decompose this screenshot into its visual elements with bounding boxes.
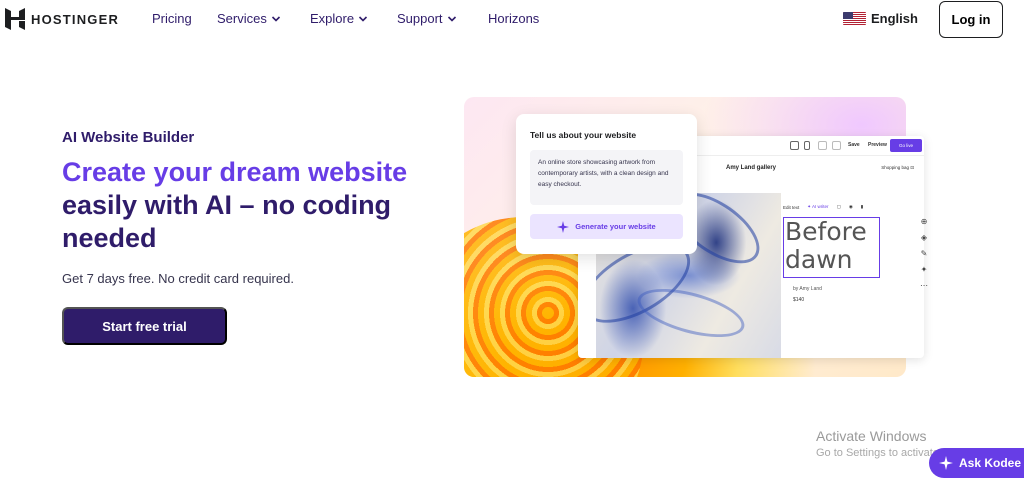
ai-prompt-card: Tell us about your website An online sto… [516, 114, 697, 254]
nav-horizons-label: Horizons [488, 11, 540, 26]
ask-kodee-label: Ask Kodee [959, 456, 1022, 470]
trash-icon: ▮ [860, 204, 864, 209]
hero-headline: Create your dream website easily with AI… [62, 156, 422, 255]
ai-card-title: Tell us about your website [530, 130, 637, 140]
editor-save: Save [848, 142, 860, 148]
redo-icon [832, 141, 841, 150]
start-free-trial-button[interactable]: Start free trial [62, 307, 227, 345]
generate-website-label: Generate your website [575, 222, 656, 231]
ai-sparkle-icon: ✦ [920, 265, 928, 274]
desktop-icon [790, 141, 799, 150]
editor-go-live: Go live [890, 139, 922, 152]
text-edit-bar: Edit text ✦ AI writer ▢ ◉ ▮ [783, 200, 909, 214]
language-label: English [871, 11, 918, 26]
hostinger-logo[interactable]: HOSTINGER [5, 8, 119, 30]
nav-pricing[interactable]: Pricing [152, 11, 192, 26]
chevron-down-icon [447, 15, 456, 22]
activate-windows-title: Activate Windows [816, 428, 927, 444]
shopping-bag-label: Shopping bag [881, 165, 909, 170]
generate-website-button: Generate your website [530, 214, 683, 239]
style-icon: ✎ [920, 249, 928, 258]
ai-writer-label: ✦ AI writer [807, 204, 829, 209]
chevron-down-icon [359, 15, 368, 22]
eye-icon: ◉ [848, 204, 853, 209]
chevron-down-icon [271, 15, 280, 22]
artist-name: by Amy Land [793, 286, 822, 292]
editor-side-tools: ⊕ ◈ ✎ ✦ ⋯ [918, 218, 930, 290]
nav-services[interactable]: Services [217, 11, 281, 26]
brand-name: HOSTINGER [31, 11, 120, 27]
mobile-icon [804, 141, 810, 150]
artwork-price: $140 [793, 297, 805, 303]
hero-subtext: Get 7 days free. No credit card required… [62, 271, 294, 286]
nav-explore-label: Explore [310, 11, 355, 26]
hero-eyebrow: AI Website Builder [62, 129, 195, 146]
marble-stroke [632, 279, 750, 347]
hostinger-logo-icon [5, 8, 25, 30]
us-flag-icon [843, 12, 866, 25]
undo-icon [818, 141, 827, 150]
ai-card-prompt: An online store showcasing artwork from … [530, 150, 683, 205]
artwork-title-text: Before dawn [785, 217, 867, 274]
layers-icon: ◈ [920, 233, 928, 242]
hero-headline-rest: easily with AI – no coding needed [62, 190, 392, 253]
more-icon: ⋯ [920, 281, 928, 290]
ai-writer-text: AI writer [812, 204, 829, 209]
add-icon: ⊕ [920, 217, 928, 226]
nav-support[interactable]: Support [397, 11, 457, 26]
language-selector[interactable]: English [843, 11, 918, 26]
ask-kodee-button[interactable]: Ask Kodee [929, 448, 1024, 478]
nav-pricing-label: Pricing [152, 11, 192, 26]
artwork-title: Before dawn [785, 218, 924, 274]
sparkle-icon [557, 220, 570, 233]
edit-text-label: Edit text [783, 204, 800, 210]
editor-preview: Preview [868, 142, 887, 148]
nav-services-label: Services [217, 11, 267, 26]
nav-support-label: Support [397, 11, 443, 26]
sparkle-icon [939, 456, 953, 470]
shopping-bag: Shopping bag ⊡ [881, 165, 914, 170]
nav-horizons[interactable]: Horizons [488, 11, 539, 26]
login-button[interactable]: Log in [939, 1, 1003, 38]
hero-headline-accent: Create your dream website [62, 157, 408, 187]
top-nav: HOSTINGER Pricing Services Explore Suppo… [0, 0, 1024, 40]
nav-explore[interactable]: Explore [310, 11, 368, 26]
site-title: Amy Land gallery [726, 165, 777, 171]
copy-icon: ▢ [836, 204, 841, 209]
